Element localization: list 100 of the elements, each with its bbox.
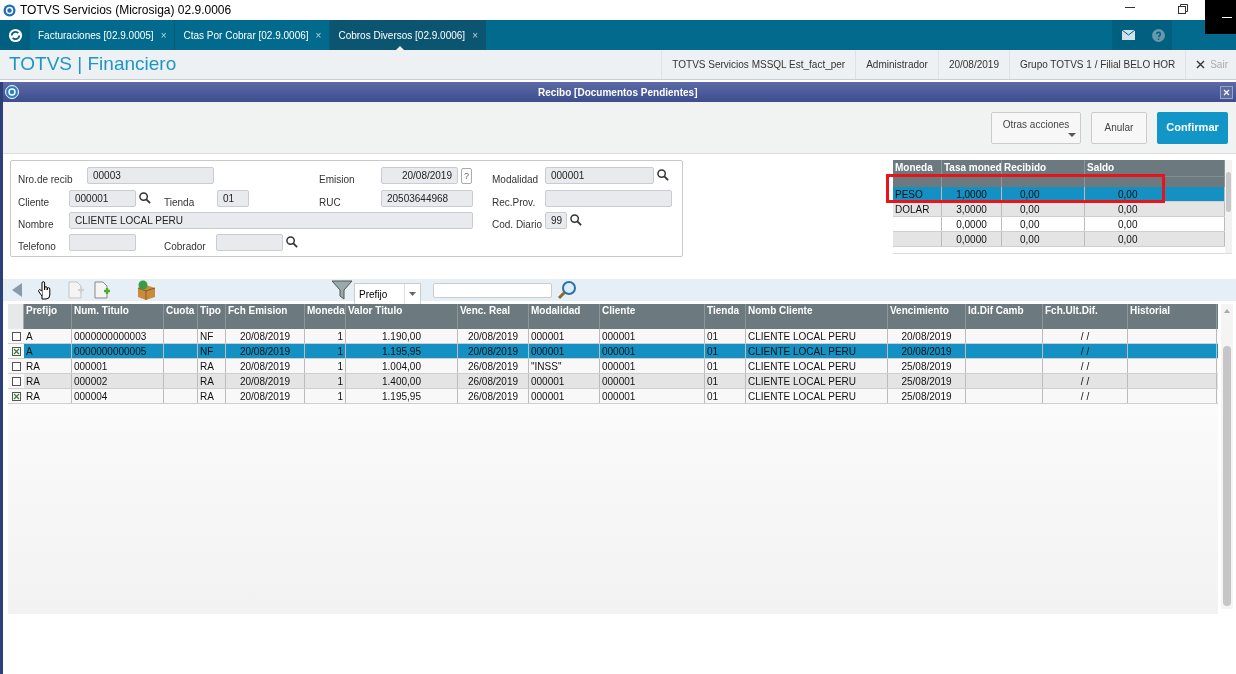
checkbox[interactable] xyxy=(11,361,21,371)
input-field[interactable]: 00003 xyxy=(87,167,214,184)
scrollbar[interactable] xyxy=(1225,160,1232,253)
table-cell: 1 xyxy=(305,389,346,403)
checkbox[interactable] xyxy=(11,331,21,341)
table-cell: A xyxy=(24,344,72,358)
minimize-icon[interactable] xyxy=(1125,7,1135,9)
sync-logo-icon[interactable] xyxy=(7,27,23,43)
table-cell: DOLAR xyxy=(893,202,942,216)
field-label: Nombre xyxy=(18,218,54,232)
close-button[interactable] xyxy=(1220,85,1233,99)
back-arrow-icon[interactable] xyxy=(11,282,23,298)
input-field[interactable]: 000001 xyxy=(69,190,136,207)
table-cell: 000004 xyxy=(72,389,164,403)
input-field[interactable]: CLIENTE LOCAL PERU xyxy=(69,212,473,229)
table-cell: 20/08/2019 xyxy=(226,374,305,388)
table-cell: 1 xyxy=(305,374,346,388)
field-label: Cobrador xyxy=(164,240,206,254)
table-cell: RA xyxy=(24,374,72,388)
checkbox[interactable] xyxy=(11,391,21,401)
dialog-title: Recibo [Documentos Pendientes] xyxy=(538,85,698,100)
field-label: RUC xyxy=(319,196,341,210)
table-cell: 26/08/2019 xyxy=(458,359,529,373)
field-label: Cod. Diario xyxy=(492,218,543,232)
table-cell: 01 xyxy=(705,374,746,388)
field-label: Nro.de recib xyxy=(18,173,73,187)
table-cell: 20/08/2019 xyxy=(888,329,966,343)
table-cell: 000001 xyxy=(600,359,705,373)
add-document-icon[interactable] xyxy=(93,281,111,299)
checkbox[interactable] xyxy=(11,376,21,386)
table-row[interactable]: A 0000000000005 NF 20/08/2019 1 1.195,95 20/08/2019 000001 000001 01 CLIENTE LOCAL PERU 20/08/2019 / / xyxy=(8,344,1218,359)
table-cell: RA xyxy=(24,359,72,373)
table-cell: 1.400,00 xyxy=(346,374,458,388)
filter-icon[interactable] xyxy=(331,280,353,300)
menu-button[interactable]: Otras acciones xyxy=(991,111,1081,144)
checkbox[interactable] xyxy=(11,346,21,356)
table-cell: 000001 xyxy=(529,389,600,403)
help-button[interactable]: ? xyxy=(461,168,472,184)
search-field[interactable] xyxy=(433,282,552,298)
filter-select[interactable]: Prefijo xyxy=(354,283,421,305)
table-cell: 0,00 xyxy=(1002,187,1085,201)
table-cell: 1.190,00 xyxy=(346,329,458,343)
table-cell: NF xyxy=(198,344,226,358)
input-field[interactable] xyxy=(216,234,283,251)
input-field[interactable] xyxy=(69,234,136,251)
input-field[interactable]: 99 xyxy=(545,212,567,229)
mail-icon[interactable] xyxy=(1121,30,1135,40)
table-cell: 1 xyxy=(305,359,346,373)
close-tab-icon[interactable]: × xyxy=(160,27,167,43)
header-info-text: 20/08/2019 xyxy=(948,58,999,72)
table-cell: CLIENTE LOCAL PERU xyxy=(746,359,888,373)
table-cell: 000001 xyxy=(72,359,164,373)
action-button[interactable]: Anular xyxy=(1091,111,1147,144)
table-row[interactable]: RA 000002 RA 20/08/2019 1 1.400,00 26/08/2019 000001 000001 01 CLIENTE LOCAL PERU 25/08/2019 / / xyxy=(8,374,1218,389)
table-cell: 0000000000003 xyxy=(72,329,164,343)
search-icon[interactable] xyxy=(570,214,582,226)
search-icon[interactable] xyxy=(657,169,669,181)
table-cell: 20/08/2019 xyxy=(226,329,305,343)
scrollbar[interactable] xyxy=(1221,304,1233,609)
search-icon[interactable] xyxy=(286,236,298,248)
table-cell: 1.195,95 xyxy=(346,389,458,403)
table-cell: 000002 xyxy=(72,374,164,388)
input-field[interactable]: 20503644968 xyxy=(381,190,473,207)
table-cell: CLIENTE LOCAL PERU xyxy=(746,389,888,403)
table-row[interactable]: 0,0000 0,00 0,00 xyxy=(893,217,1225,232)
table-row[interactable]: RA 000004 RA 20/08/2019 1 1.195,95 26/08/2019 000001 000001 01 CLIENTE LOCAL PERU 25/08/2019 / / xyxy=(8,389,1218,404)
table-cell: CLIENTE LOCAL PERU xyxy=(746,344,888,358)
input-field[interactable]: 01 xyxy=(217,190,249,207)
input-field[interactable]: 20/08/2019 xyxy=(381,167,458,184)
table-cell: 000001 xyxy=(600,329,705,343)
table-cell: 20/08/2019 xyxy=(888,344,966,358)
table-cell: 3,0000 xyxy=(942,202,1002,216)
table-cell: RA xyxy=(198,389,226,403)
header-info-text: Grupo TOTVS 1 / Filial BELO HOR xyxy=(1019,58,1176,72)
table-cell: 1 xyxy=(305,329,346,343)
table-row[interactable]: RA 000001 RA 20/08/2019 1 1.004,00 26/08/2019 "INSS" 000001 01 CLIENTE LOCAL PERU 25/08/2019 / / xyxy=(8,359,1218,374)
table-cell: 0,0000 xyxy=(942,232,1002,246)
table-row[interactable]: 0,0000 0,00 0,00 xyxy=(893,232,1225,247)
table-cell: A xyxy=(24,329,72,343)
close-icon xyxy=(1196,60,1206,69)
table-cell: / / xyxy=(1043,374,1128,388)
input-field[interactable]: 000001 xyxy=(545,167,654,184)
caret-icon xyxy=(1068,132,1076,137)
close-tab-icon[interactable]: × xyxy=(472,27,478,43)
close-tab-icon[interactable]: × xyxy=(315,27,322,43)
money-box-icon[interactable] xyxy=(135,280,157,300)
tab[interactable]: Cobros Diversos [02.9.0006] × xyxy=(330,20,486,50)
table-row[interactable]: A 0000000000003 NF 20/08/2019 1 1.190,00 20/08/2019 000001 000001 01 CLIENTE LOCAL PERU 20/08/2019 / / xyxy=(8,329,1218,344)
input-field[interactable] xyxy=(545,190,672,207)
table-cell: 0,00 xyxy=(1002,202,1085,216)
search-icon[interactable] xyxy=(139,192,151,204)
table-cell: 000001 xyxy=(529,374,600,388)
restore-icon[interactable] xyxy=(1178,4,1188,14)
table-cell: CLIENTE LOCAL PERU xyxy=(746,329,888,343)
table-cell: 0000000000005 xyxy=(72,344,164,358)
table-cell: / / xyxy=(1043,359,1128,373)
table-cell: 000001 xyxy=(529,344,600,358)
header-corner xyxy=(8,304,24,329)
table-cell: 000001 xyxy=(600,374,705,388)
app-logo-icon xyxy=(3,3,16,17)
